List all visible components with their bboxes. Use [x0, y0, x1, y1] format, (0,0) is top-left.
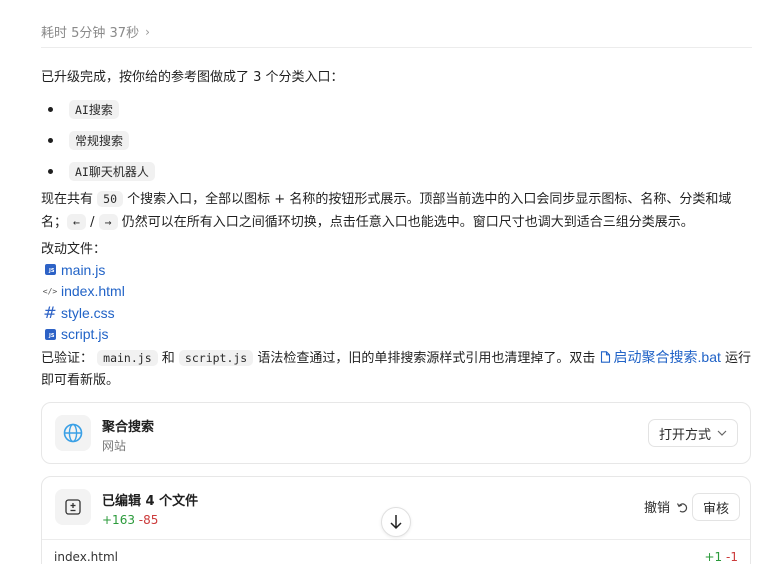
- elapsed-time-toggle[interactable]: 耗时 5分钟 37秒 ›: [41, 22, 150, 42]
- diff-icon: [55, 489, 91, 525]
- summary-paragraph: 现在共有 50 个搜索入口，全部以图标 + 名称的按钮形式展示。顶部当前选中的入…: [41, 191, 732, 230]
- chevron-down-icon: [717, 430, 727, 436]
- js-file-icon: JS: [43, 327, 57, 341]
- review-button[interactable]: 审核: [691, 493, 740, 521]
- scroll-down-button[interactable]: [381, 507, 411, 537]
- file-link-script-js[interactable]: JS script.js: [43, 324, 125, 346]
- intro-text: 已升级完成，按你给的参考图做成了 3 个分类入口：: [41, 70, 344, 85]
- app-title: 聚合搜索: [102, 420, 155, 435]
- file-link-main-js[interactable]: JS main.js: [43, 259, 125, 281]
- chevron-right-icon: ›: [145, 24, 150, 39]
- globe-icon: [55, 415, 91, 451]
- category-chip: AI搜索: [69, 100, 119, 119]
- css-file-icon: #: [43, 303, 57, 323]
- main-js-code: main.js: [97, 350, 158, 366]
- category-chip: 常规搜索: [69, 131, 130, 150]
- changed-files-list: JS main.js </> index.html # style.css JS…: [43, 259, 125, 345]
- category-chip: AI聊天机器人: [69, 162, 155, 181]
- js-file-icon: JS: [43, 263, 57, 277]
- open-with-button[interactable]: 打开方式: [647, 419, 738, 447]
- html-file-icon: </>: [42, 286, 58, 296]
- edited-title: 已编辑 4 个文件: [102, 494, 199, 509]
- diff-stats: +163 -85: [102, 513, 159, 527]
- verification-paragraph: 已验证： main.js 和 script.js 语法检查通过，旧的单排搜索源样…: [41, 349, 752, 388]
- bullet-icon: [48, 169, 53, 174]
- app-card: 聚合搜索 网站 打开方式: [41, 402, 751, 464]
- file-row-stats: +1 -1: [704, 550, 739, 564]
- file-icon: [600, 351, 610, 363]
- card-divider: [42, 539, 750, 540]
- file-row-name[interactable]: index.html: [54, 550, 118, 564]
- arrow-down-icon: [390, 515, 402, 530]
- files-label: 改动文件：: [41, 242, 107, 257]
- bullet-icon: [48, 107, 53, 112]
- elapsed-time-text: 耗时 5分钟 37秒: [41, 26, 140, 41]
- file-link-style-css[interactable]: # style.css: [43, 302, 125, 324]
- category-list: AI搜索 常规搜索 AI聊天机器人: [41, 94, 155, 187]
- left-arrow-key: ←: [67, 214, 86, 230]
- right-arrow-key: →: [98, 214, 118, 230]
- undo-button[interactable]: 撤销: [644, 497, 688, 516]
- bullet-icon: [48, 138, 53, 143]
- list-item: 常规搜索: [41, 125, 155, 156]
- header-divider: [41, 47, 752, 48]
- app-subtitle: 网站: [102, 439, 127, 453]
- list-item: AI聊天机器人: [41, 156, 155, 187]
- undo-icon: [676, 502, 688, 512]
- script-js-code: script.js: [178, 350, 254, 366]
- list-item: AI搜索: [41, 94, 155, 125]
- count-code: 50: [97, 191, 124, 207]
- file-link-index-html[interactable]: </> index.html: [43, 281, 125, 303]
- bat-file-link[interactable]: 启动聚合搜索.bat: [600, 349, 721, 365]
